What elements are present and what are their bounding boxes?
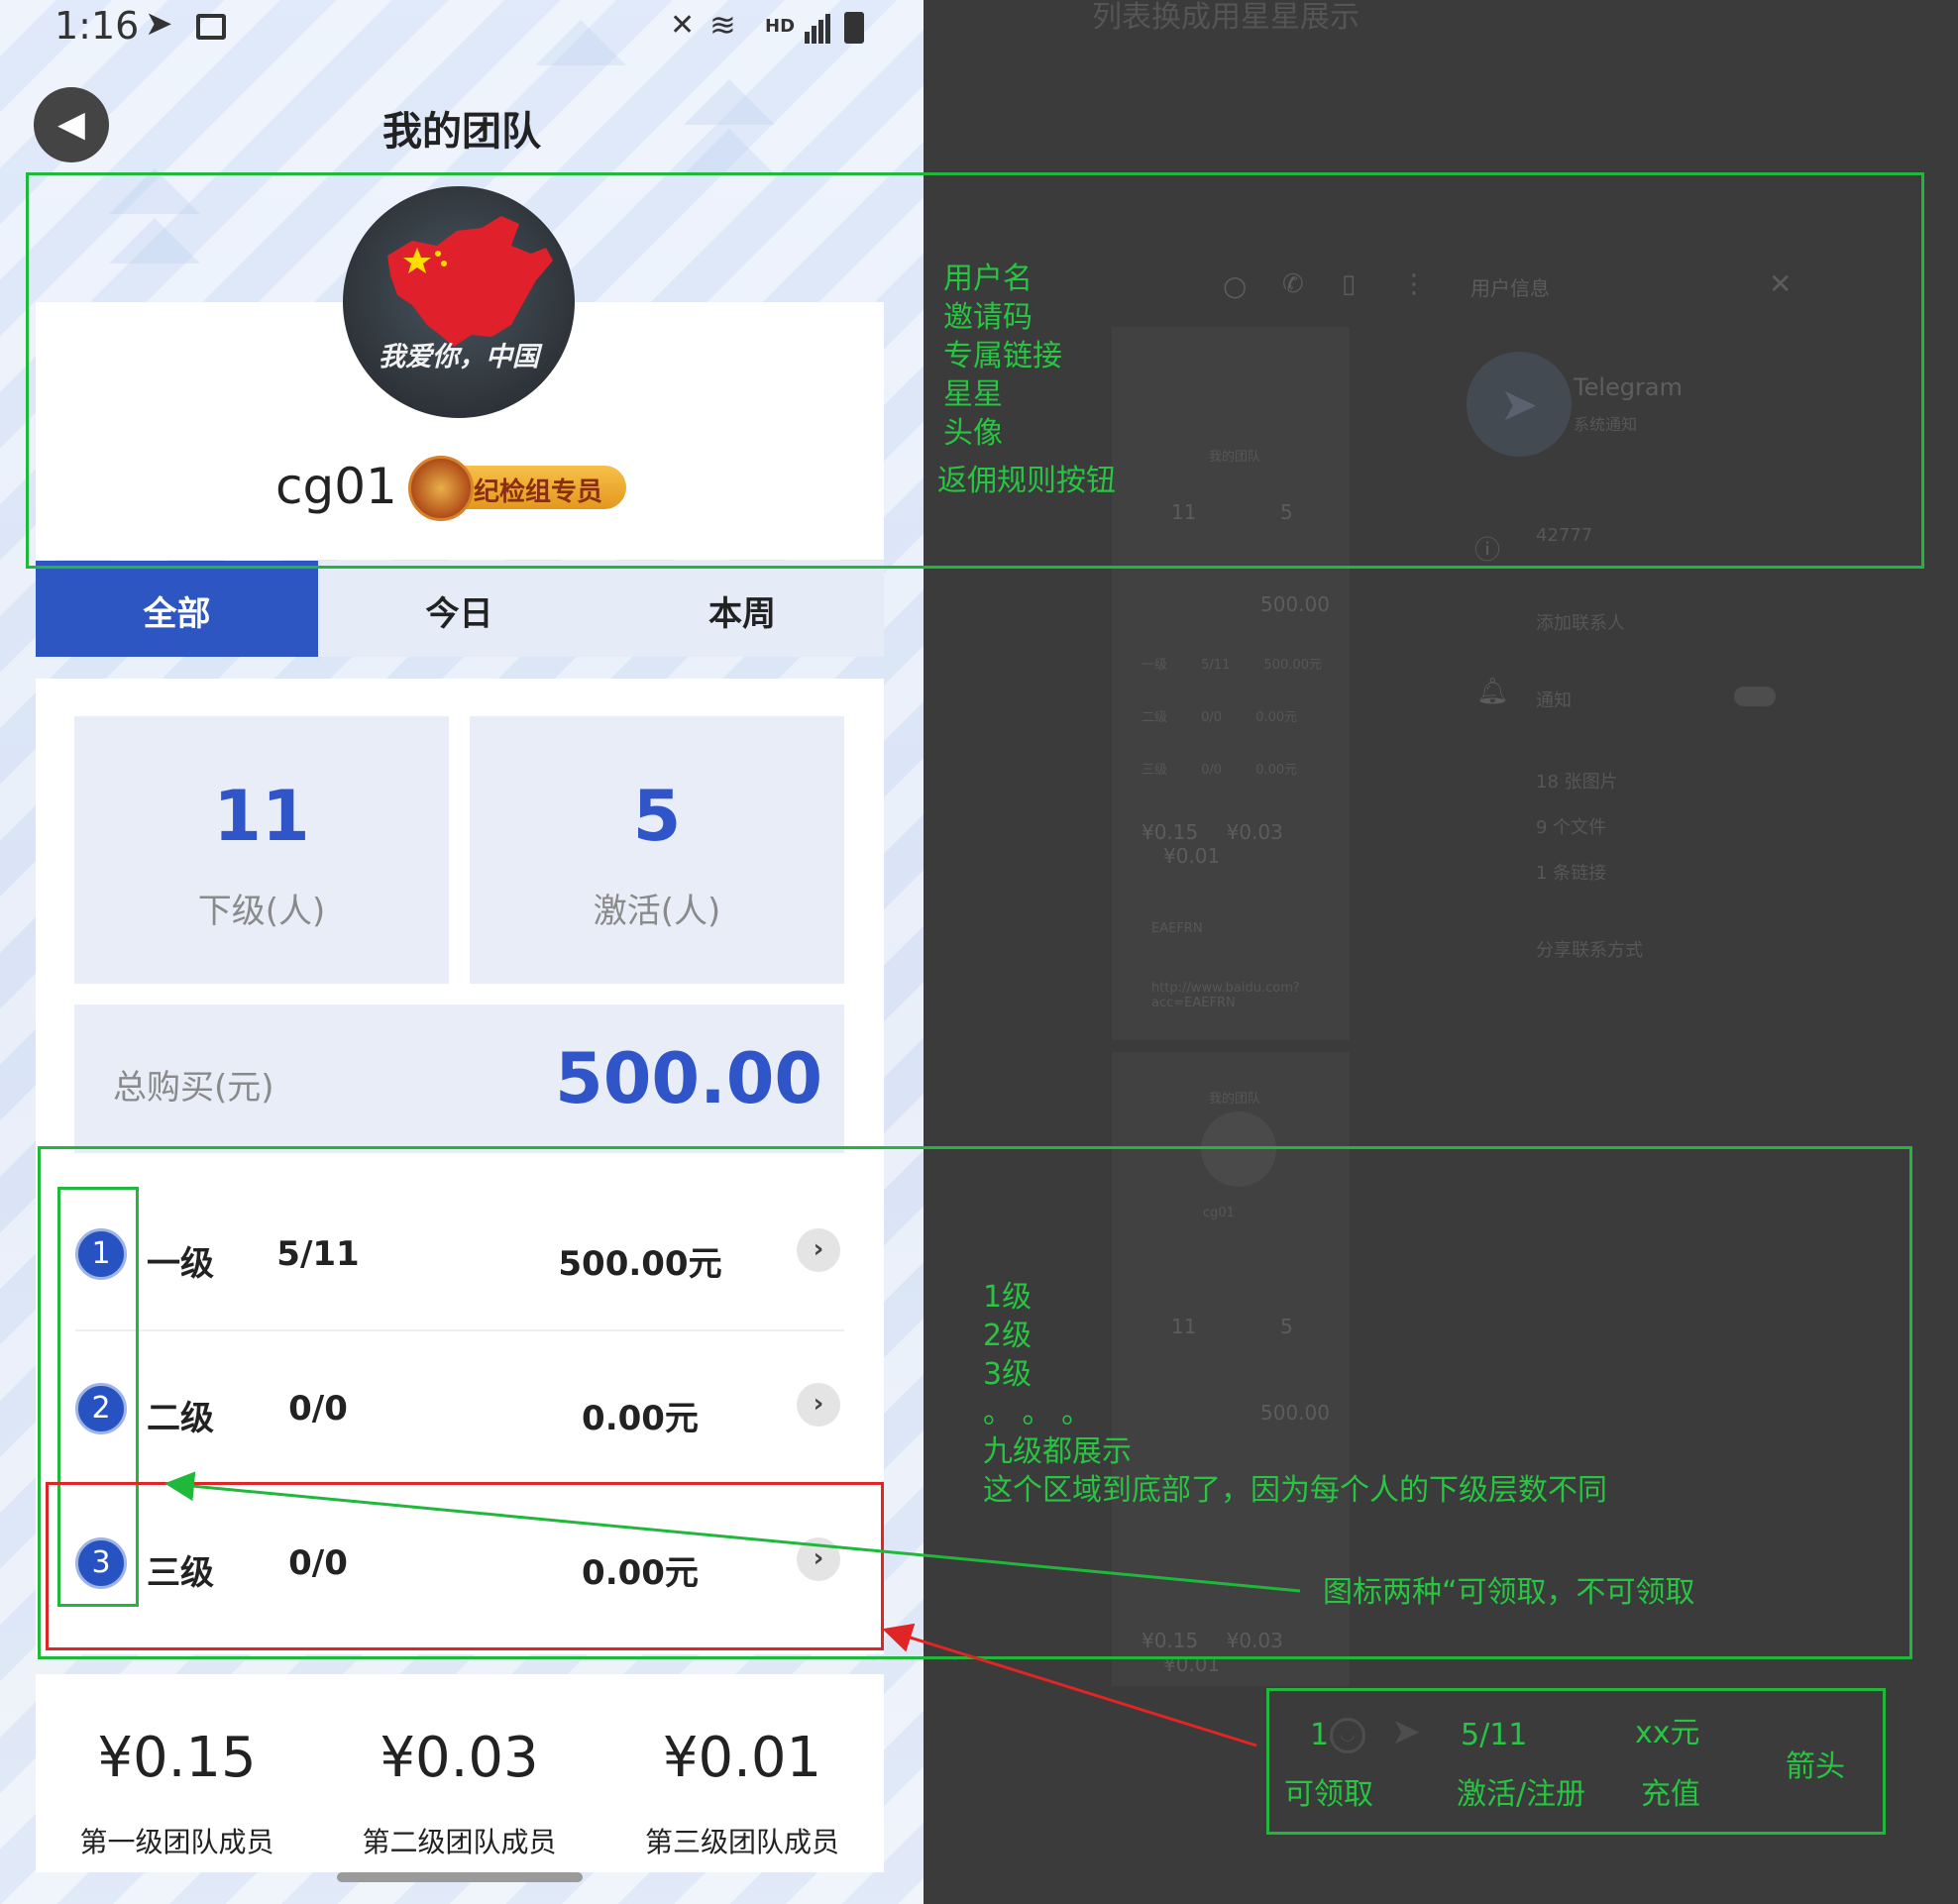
note-invite-code: 邀请码 [943,300,1033,335]
legend-col2-top: 5/11 [1461,1718,1528,1752]
note-link: 专属链接 [943,339,1062,373]
icon-note: 图标两种“可领取，不可领取 [1323,1575,1695,1610]
legend-col1-bottom: 可领取 [1284,1777,1373,1812]
legend-col1-top: 1 [1310,1718,1330,1752]
legend-col4: 箭头 [1786,1749,1845,1784]
note-level-3: 3级 [983,1357,1033,1392]
red-arrow [882,1623,1257,1747]
legend-col3-top: xx元 [1635,1716,1700,1750]
legend-col3-bottom: 充值 [1641,1777,1700,1812]
legend-col2-bottom: 激活/注册 [1457,1777,1586,1812]
note-level-2: 2级 [983,1319,1033,1353]
note-area-bottom: 这个区域到底部了，因为每个人的下级层数不同 [983,1473,1607,1508]
level-notes: 1级 2级 3级 。 。 。 九级都展示 这个区域到底部了，因为每个人的下级层数… [983,1278,1607,1510]
smile-icon: ◡ [1330,1718,1365,1753]
note-rebate-rule-button: 返佣规则按钮 [937,464,1116,498]
note-username: 用户名 [943,262,1033,296]
note-avatar: 头像 [943,416,1003,451]
note-ellipsis: 。 。 。 [983,1396,1092,1430]
note-nine-levels: 九级都展示 [983,1434,1132,1469]
profile-notes: 用户名 邀请码 专属链接 星星 头像 返佣规则按钮 [937,260,1116,500]
note-level-1: 1级 [983,1280,1033,1315]
note-stars: 星星 [943,377,1003,412]
send-arrow-icon: ➤ [1391,1712,1422,1752]
